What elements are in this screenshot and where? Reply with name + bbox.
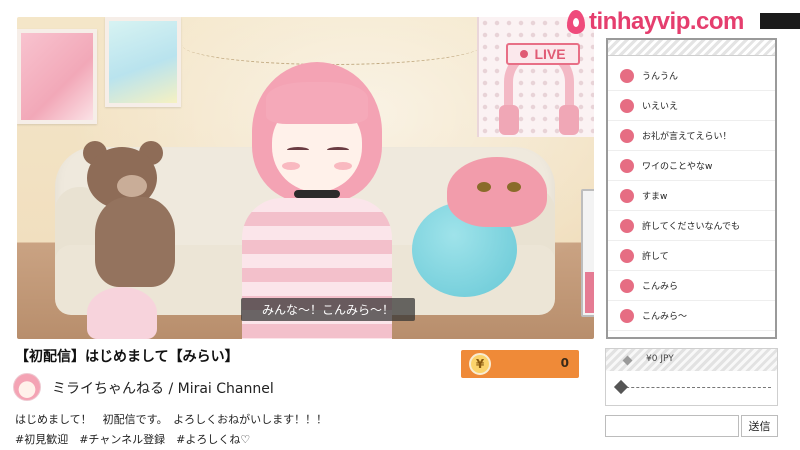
volume-meter [581,189,594,317]
octopus-eye-left [477,182,491,192]
avatar-bangs [266,82,368,124]
chat-message-text: うんうん [642,72,679,82]
wall-poster-right [105,17,181,107]
chat-avatar [620,158,634,173]
bear-muzzle [117,175,147,197]
live-label: LIVE [534,46,566,62]
chat-message[interactable]: すまw [608,181,775,211]
channel-name[interactable]: ミライちゃんねる / Mirai Channel [52,378,274,398]
chat-avatar [620,308,634,323]
subtitle-caption: みんな～！こんみら～！ [241,298,415,321]
channel-avatar[interactable] [13,373,41,401]
superchat-slider-track[interactable] [616,387,771,388]
chat-avatar [620,128,634,143]
video-player[interactable]: LIVE みんな～！こんみら～！ [17,17,594,339]
chat-avatar [620,68,634,83]
chat-avatar [620,98,634,113]
bear-body [95,197,175,287]
chat-message[interactable]: ワイのことやなw [608,151,775,181]
chat-message[interactable]: こんみら [608,271,775,301]
brand-logo: tinhayvip.com [567,6,744,38]
chat-message-text: こんみら～ [642,312,688,322]
avatar-eye-left [287,147,309,153]
chat-message[interactable]: うんうん [608,61,775,91]
chat-message[interactable]: こんみら～ [608,301,775,331]
teddy-bear [77,141,187,297]
volume-meter-fill [585,272,594,313]
avatar-eye-right [327,147,349,153]
stream-title: 【初配信】はじめまして【みらい】 [15,349,239,365]
octopus-plush [447,157,547,227]
avatar-blush-right [334,162,352,170]
chat-message[interactable]: 許してくださいなんでも [608,211,775,241]
diamond-icon [622,355,633,366]
chat-message-text: こんみら [642,282,679,292]
chat-message-text: 許して [642,252,669,262]
brand-text: tinhayvip.com [589,8,744,35]
chat-message-text: いえいえ [642,102,679,112]
superchat-header: ¥0 JPY [606,349,777,371]
avatar-blush-left [282,162,300,170]
flame-icon [567,10,585,34]
chat-message[interactable]: お礼が言えてえらい！ [608,121,775,151]
chat-message-text: 許してくださいなんでも [642,222,741,232]
chat-message[interactable]: 許して [608,241,775,271]
chat-avatar [620,188,634,203]
stream-hashtags[interactable]: #初見歓迎 #チャンネル登録 #よろしくね♡ [15,431,250,447]
chat-avatar [620,218,634,233]
chat-avatar [620,248,634,263]
pink-cushion [87,287,157,339]
chat-header [608,40,775,56]
superchat-panel: ¥0 JPY [605,348,778,406]
corner-tag [760,13,800,29]
chat-input[interactable] [605,415,739,437]
chat-message-text: ワイのことやなw [642,162,713,172]
coin-counter: ¥ 0 [461,350,579,378]
chat-message-text: すまw [642,192,668,202]
chat-avatar [620,278,634,293]
yen-coin-icon: ¥ [469,353,491,375]
chat-message[interactable]: いえいえ [608,91,775,121]
send-button[interactable]: 送信 [741,415,778,437]
superchat-slider-thumb[interactable] [613,379,629,395]
octopus-eye-right [507,182,521,192]
stream-app: LIVE みんな～！こんみら～！ 【初配信】はじめまして【みらい】 ミライちゃん… [0,0,800,450]
avatar-choker [294,190,340,198]
live-dot-icon [520,50,529,58]
string-lights [182,25,482,65]
wall-poster-left [17,29,97,124]
coin-value: 0 [560,356,569,370]
live-chat-panel[interactable]: うんうんいえいえお礼が言えてえらい！ ワイのことやなw すまw 許してくださいなんでも… [606,38,777,339]
live-badge: LIVE [506,43,580,65]
superchat-amount: ¥0 JPY [646,354,674,364]
chat-message-list[interactable]: うんうんいえいえお礼が言えてえらい！ ワイのことやなw すまw 許してくださいなんでも… [608,57,775,331]
stream-description: はじめまして！ 初配信です。 よろしくおねがいします！！！ [15,413,328,426]
chat-message-text: お礼が言えてえらい！ [642,132,732,142]
